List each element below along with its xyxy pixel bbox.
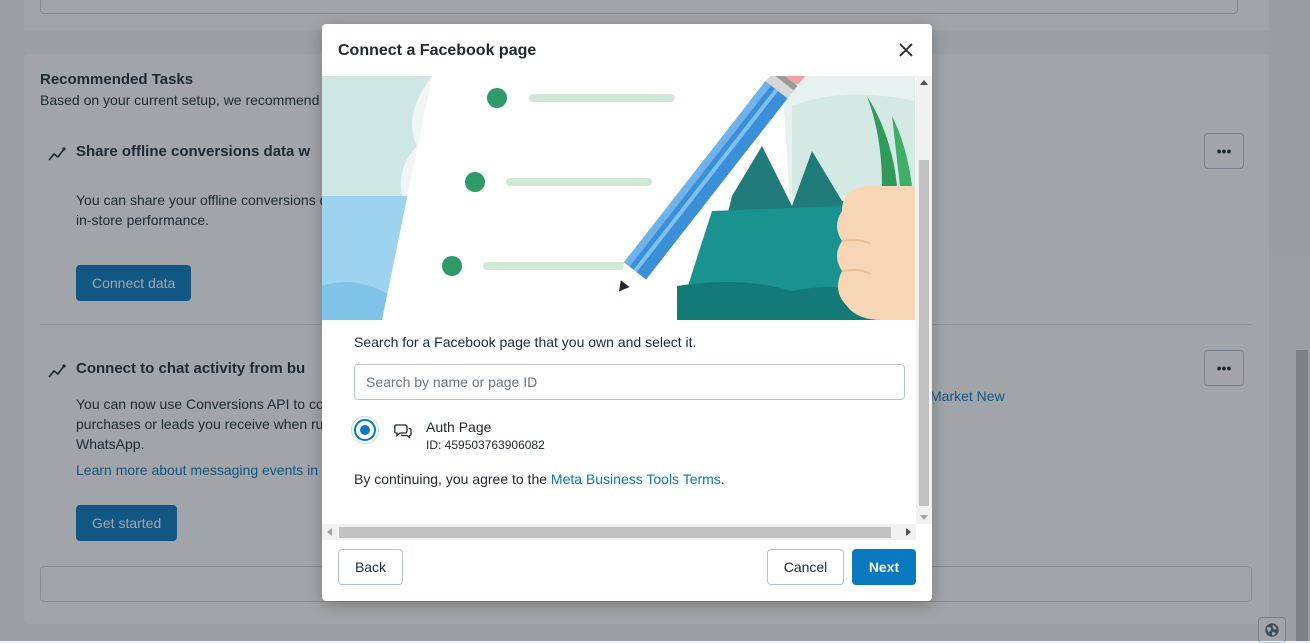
terms-link[interactable]: Meta Business Tools Terms [551,471,721,487]
back-button[interactable]: Back [338,549,403,585]
next-button[interactable]: Next [852,549,916,585]
horizontal-scrollbar[interactable] [322,524,916,540]
scroll-left-icon[interactable] [327,528,332,536]
dialog-footer: Back Cancel Next [322,540,932,601]
scroll-down-icon[interactable] [920,515,928,520]
terms-prefix: By continuing, you agree to the [354,471,551,487]
cancel-button[interactable]: Cancel [767,549,844,585]
vertical-scrollbar[interactable] [916,76,932,524]
dialog-header: Connect a Facebook page [322,24,932,77]
page-search-input[interactable] [354,364,905,400]
instruction-text: Search for a Facebook page that you own … [354,334,697,350]
dialog-title: Connect a Facebook page [338,42,537,59]
page-radio-button[interactable] [354,419,376,441]
horizontal-scroll-thumb[interactable] [339,527,891,538]
illustration [322,76,915,320]
close-icon [899,43,913,57]
radio-selected-dot [360,425,370,435]
page-name[interactable]: Auth Page [426,419,491,435]
close-button[interactable] [896,40,916,60]
dialog-body: Search for a Facebook page that you own … [322,76,932,540]
connect-facebook-page-dialog: Connect a Facebook page Search for a Fac… [322,24,932,601]
chat-bubbles-icon [394,424,412,439]
terms-suffix: . [720,471,725,487]
vertical-scroll-thumb[interactable] [919,160,929,506]
scroll-right-icon[interactable] [906,528,911,536]
scroll-up-icon[interactable] [920,80,928,85]
terms-text: By continuing, you agree to the Meta Bus… [354,471,725,487]
page-id: ID: 459503763906082 [426,438,545,452]
